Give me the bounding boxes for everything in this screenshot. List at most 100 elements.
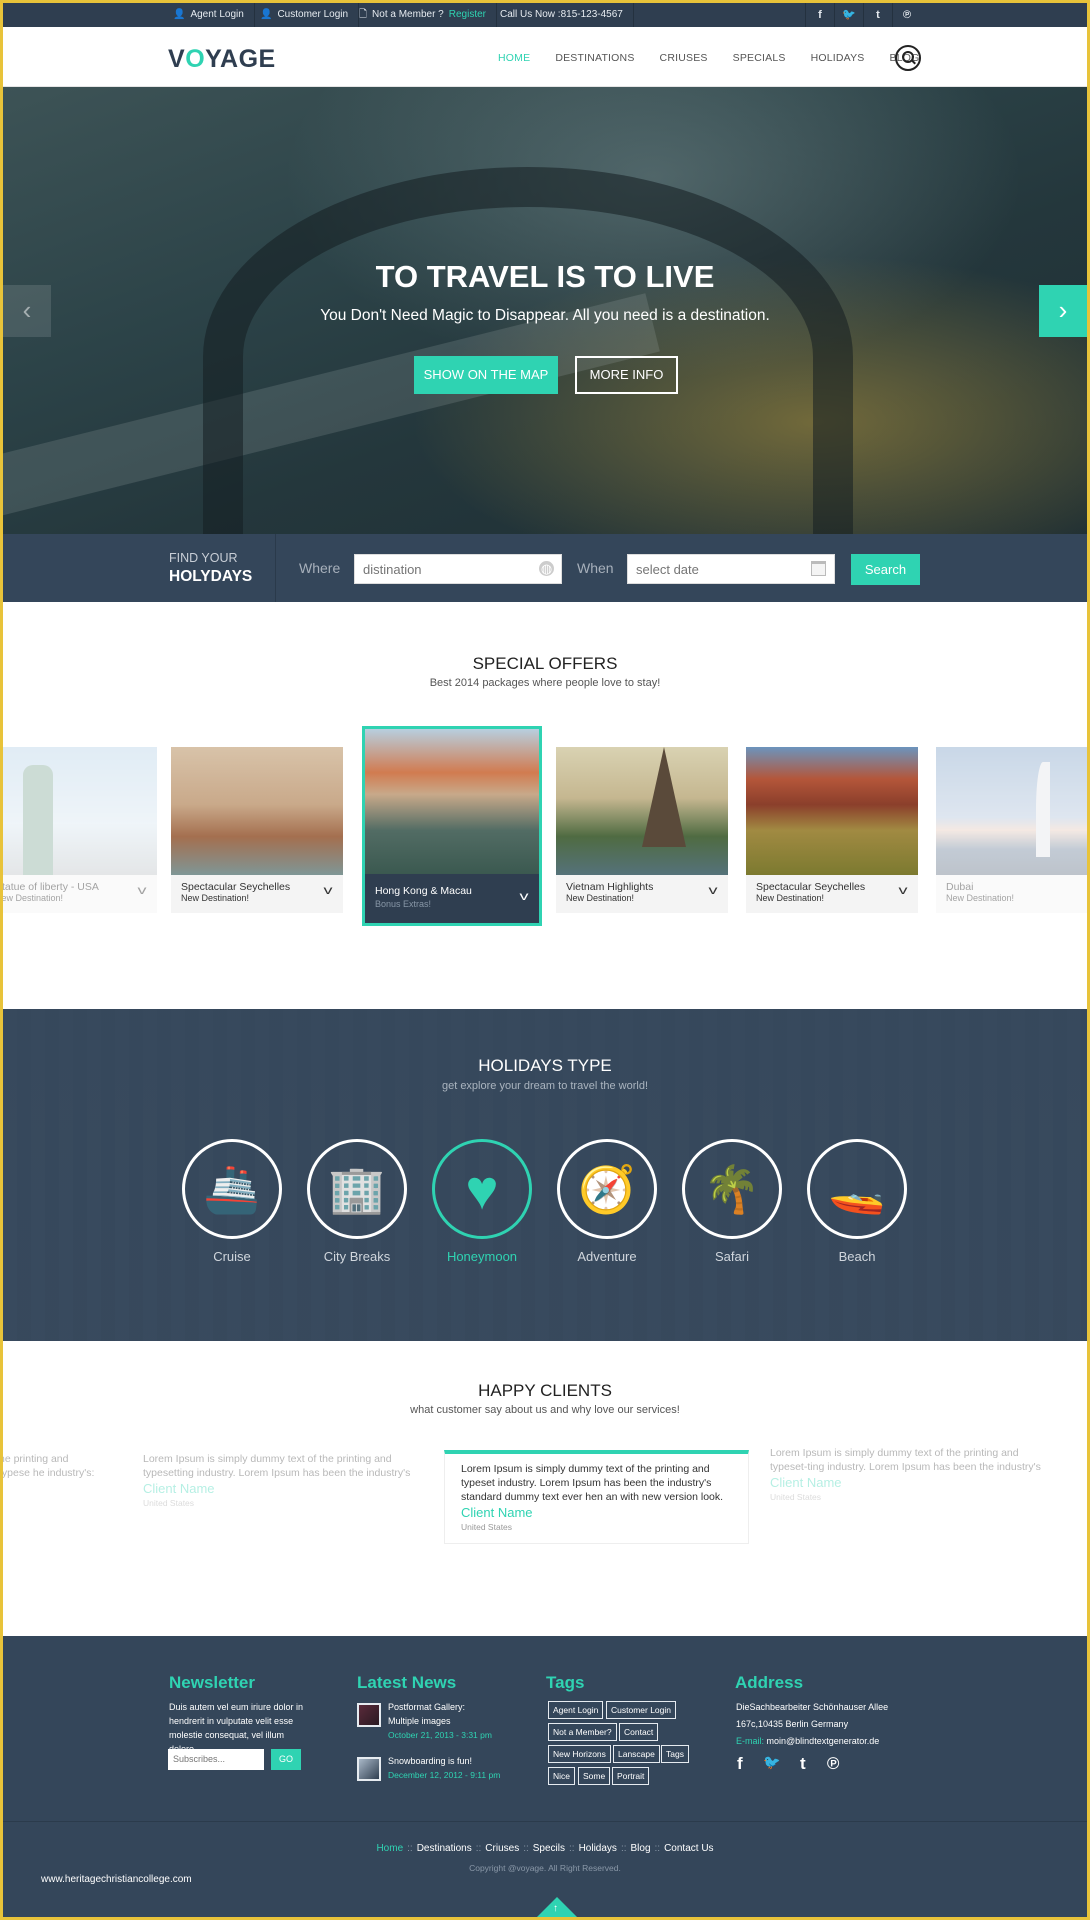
offer-image	[936, 747, 1087, 875]
footer-nav-home[interactable]: Home	[376, 1843, 403, 1854]
offer-card-active[interactable]: Hong Kong & Macau Bonus Extras! v	[362, 726, 542, 926]
date-input[interactable]	[627, 554, 835, 584]
happy-clients-title: HAPPY CLIENTS	[478, 1381, 612, 1400]
offer-card[interactable]: Vietnam Highlights New Destination! v	[556, 747, 728, 913]
logo[interactable]: VOYAGE	[168, 45, 276, 74]
nav-destinations[interactable]: DESTINATIONS	[555, 52, 634, 64]
more-info-button[interactable]: MORE INFO	[575, 356, 678, 394]
tag[interactable]: Customer Login	[606, 1701, 677, 1719]
tag[interactable]: New Horizons	[548, 1745, 611, 1763]
nav-specials[interactable]: SPECIALS	[733, 52, 786, 64]
testimonial-active: Lorem Ipsum is simply dummy text of the …	[444, 1450, 749, 1544]
tag[interactable]: Some	[578, 1767, 611, 1785]
offer-image	[3, 747, 157, 875]
register-prompt: 🗋 Not a Member ? Register	[349, 3, 497, 27]
holiday-type-city-breaks[interactable]: 🏢 City Breaks	[307, 1139, 407, 1264]
nav-cruises[interactable]: CRIUSES	[660, 52, 708, 64]
search-button[interactable]: Search	[851, 554, 920, 585]
tags-title: Tags	[546, 1673, 585, 1692]
newsletter-title: Newsletter	[169, 1673, 255, 1692]
holydays-label: HOLYDAYS	[169, 568, 253, 585]
footer-nav-destinations[interactable]: Destinations	[417, 1843, 472, 1854]
chevron-down-icon[interactable]: v	[138, 883, 147, 897]
holiday-type-beach[interactable]: 🚤 Beach	[807, 1139, 907, 1264]
agent-login-link[interactable]: 👤 Agent Login	[163, 3, 255, 27]
tumblr-icon[interactable]: t	[863, 3, 892, 27]
news-item[interactable]: Snowboarding is fun! December 12, 2012 -…	[388, 1754, 508, 1782]
newsletter-text: Duis autem vel eum iriure dolor in hendr…	[169, 1702, 304, 1754]
top-bar: 👤 Agent Login 👤 Customer Login 🗋 Not a M…	[3, 3, 1087, 27]
watermark: www.heritagechristiancollege.com	[41, 1874, 192, 1885]
special-offers-title: SPECIAL OFFERS	[472, 654, 618, 673]
palm-tree-icon: 🌴	[682, 1139, 782, 1239]
footer-nav-specials[interactable]: Specils	[533, 1843, 565, 1854]
offer-image	[365, 729, 539, 874]
chevron-down-icon[interactable]: v	[899, 883, 908, 897]
customer-login-link[interactable]: 👤 Customer Login	[250, 3, 360, 27]
twitter-icon[interactable]: 🐦	[763, 1754, 780, 1771]
page: 👤 Agent Login 👤 Customer Login 🗋 Not a M…	[3, 3, 1087, 1917]
nav-holidays[interactable]: HOLIDAYS	[811, 52, 865, 64]
holidays-type-subtitle: get explore your dream to travel the wor…	[441, 1080, 649, 1092]
facebook-icon[interactable]: f	[737, 1754, 743, 1774]
testimonial: Lorem Ipsum is simply dummy text of the …	[770, 1447, 1041, 1502]
main-nav: HOME DESTINATIONS CRIUSES SPECIALS HOLID…	[498, 52, 944, 64]
pinterest-icon[interactable]: ℗	[892, 3, 921, 27]
news-item[interactable]: Postformat Gallery: Multiple images Octo…	[388, 1700, 498, 1742]
pinterest-icon[interactable]: ℗	[827, 1754, 840, 1774]
copyright: Copyright @voyage. All Right Reserved.	[469, 1863, 621, 1873]
chevron-down-icon[interactable]: v	[324, 883, 333, 897]
tag[interactable]: Nice	[548, 1767, 576, 1785]
register-link[interactable]: Register	[449, 3, 486, 27]
special-offers-subtitle: Best 2014 packages where people love to …	[429, 677, 661, 689]
tag[interactable]: Contact	[619, 1723, 659, 1741]
chevron-down-icon[interactable]: v	[520, 889, 529, 903]
news-thumbnail[interactable]	[357, 1703, 381, 1727]
holidays-type-title: HOLIDAYS TYPE	[478, 1056, 612, 1075]
header: VOYAGE HOME DESTINATIONS CRIUSES SPECIAL…	[3, 27, 1087, 87]
search-bar: FIND YOUR HOLYDAYS Where ◍ When Search	[3, 534, 1087, 602]
holiday-type-safari[interactable]: 🌴 Safari	[682, 1139, 782, 1264]
email-link[interactable]: moin@blindtextgenerator.de	[767, 1736, 880, 1746]
tumblr-icon[interactable]: t	[800, 1754, 806, 1774]
nav-home[interactable]: HOME	[498, 52, 530, 64]
tag[interactable]: Tags	[661, 1745, 689, 1763]
tag[interactable]: Not a Member?	[548, 1723, 617, 1741]
user-icon: 👤	[260, 9, 273, 20]
footer-nav-cruises[interactable]: Criuses	[485, 1843, 519, 1854]
subscribe-button[interactable]: GO	[271, 1749, 301, 1770]
holiday-type-cruise[interactable]: 🚢 Cruise	[182, 1139, 282, 1264]
chevron-down-icon[interactable]: v	[709, 883, 718, 897]
search-icon[interactable]	[895, 45, 921, 71]
facebook-icon[interactable]: f	[805, 3, 834, 27]
twitter-icon[interactable]: 🐦	[834, 3, 863, 27]
slider-prev-button[interactable]: ‹	[3, 285, 51, 337]
offer-card[interactable]: Spectacular Seychelles New Destination! …	[171, 747, 343, 913]
footer-nav-blog[interactable]: Blog	[631, 1843, 651, 1854]
calendar-icon[interactable]	[811, 561, 826, 576]
tag[interactable]: Portrait	[612, 1767, 650, 1785]
offer-card[interactable]: Statue of liberty - USA New Destination!…	[3, 747, 157, 913]
latest-news-title: Latest News	[357, 1673, 457, 1692]
address-text: DieSachbearbeiter Schönhauser Allee 167c…	[736, 1702, 889, 1746]
news-thumbnail[interactable]	[357, 1757, 381, 1781]
tag[interactable]: Lanscape	[613, 1745, 660, 1763]
testimonial: he printing and typese he industry's:	[3, 1453, 95, 1479]
footer-nav-contact[interactable]: Contact Us	[664, 1843, 713, 1854]
speedboat-icon: 🚤	[807, 1139, 907, 1239]
slider-next-button[interactable]: ›	[1039, 285, 1087, 337]
holiday-type-adventure[interactable]: 🧭 Adventure	[557, 1139, 657, 1264]
arrow-up-icon[interactable]: ↑	[553, 1903, 558, 1914]
where-label: Where	[299, 560, 341, 576]
offer-card[interactable]: Spectacular Seychelles New Destination! …	[746, 747, 918, 913]
offer-card[interactable]: Dubai New Destination!	[936, 747, 1087, 913]
show-on-map-button[interactable]: SHOW ON THE MAP	[414, 356, 558, 394]
tag[interactable]: Agent Login	[548, 1701, 604, 1719]
destination-input[interactable]	[354, 554, 562, 584]
footer-nav-holidays[interactable]: Holidays	[579, 1843, 617, 1854]
offer-image	[746, 747, 918, 875]
holiday-type-honeymoon[interactable]: ♥ Honeymoon	[432, 1139, 532, 1264]
hero-title: TO TRAVEL IS TO LIVE	[375, 259, 715, 294]
subscribe-input[interactable]	[168, 1749, 264, 1770]
compass-icon: 🧭	[557, 1139, 657, 1239]
